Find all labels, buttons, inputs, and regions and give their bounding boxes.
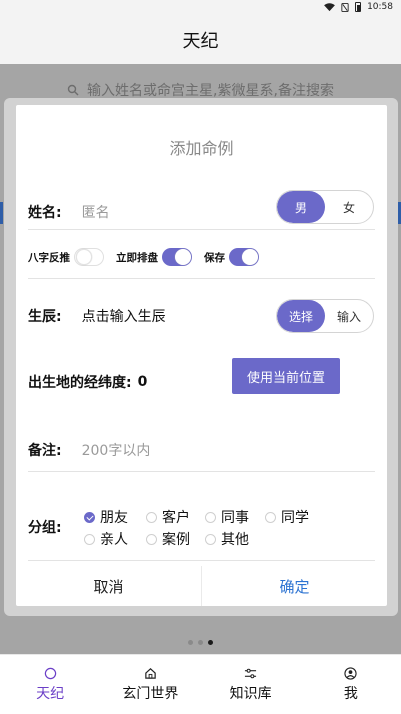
group-option-label: 客户 bbox=[162, 510, 190, 526]
radio-icon bbox=[265, 511, 276, 523]
search-placeholder: 输入姓名或命宫主星,紫微星系,备注搜索 bbox=[87, 83, 334, 99]
options-toggles: 八字反推 立即排盘 保存 bbox=[28, 248, 271, 266]
instant-chart-switch[interactable] bbox=[162, 248, 192, 266]
app-bar: 天纪 bbox=[0, 16, 401, 64]
radio-icon bbox=[205, 511, 216, 523]
group-option-family[interactable]: 亲人 bbox=[84, 529, 128, 549]
page-indicator bbox=[0, 640, 401, 645]
group-option-label: 同事 bbox=[221, 510, 249, 526]
group-option-classmate[interactable]: 同学 bbox=[265, 507, 309, 527]
nav-item-tianji[interactable]: 天纪 bbox=[0, 655, 100, 714]
group-option-client[interactable]: 客户 bbox=[146, 507, 190, 527]
radio-icon bbox=[146, 533, 157, 545]
bottom-nav: 天纪 玄门世界 知识库 我 bbox=[0, 654, 401, 714]
group-option-colleague[interactable]: 同事 bbox=[205, 507, 249, 527]
birth-input[interactable]: 点击输入生辰 bbox=[82, 306, 166, 326]
group-option-friend[interactable]: 朋友 bbox=[84, 507, 128, 527]
radio-icon bbox=[84, 533, 95, 545]
note-input[interactable]: 200字以内 bbox=[82, 440, 151, 460]
group-row: 分组: bbox=[28, 517, 375, 537]
radio-icon bbox=[146, 511, 157, 523]
name-label: 姓名: bbox=[28, 205, 62, 221]
gender-female-option[interactable]: 女 bbox=[325, 191, 373, 223]
status-bar: 10:58 bbox=[0, 0, 401, 16]
switch-knob bbox=[175, 249, 191, 265]
switch-knob bbox=[76, 249, 92, 265]
divider bbox=[28, 229, 375, 230]
confirm-button[interactable]: 确定 bbox=[202, 566, 387, 606]
nav-label: 天纪 bbox=[36, 685, 65, 702]
group-label: 分组: bbox=[28, 520, 62, 536]
birth-mode-selector: 选择 输入 bbox=[276, 299, 374, 333]
gender-male-option[interactable]: 男 bbox=[277, 191, 325, 223]
group-option-label: 同学 bbox=[281, 510, 309, 526]
circle-icon bbox=[44, 667, 56, 679]
group-option-label: 案例 bbox=[162, 532, 190, 548]
home-icon bbox=[145, 667, 156, 679]
location-value: 0 bbox=[137, 374, 148, 390]
sim-icon bbox=[341, 2, 349, 12]
status-time: 10:58 bbox=[367, 2, 393, 12]
cancel-button[interactable]: 取消 bbox=[16, 566, 202, 606]
group-option-label: 其他 bbox=[221, 532, 249, 548]
note-row: 备注: 200字以内 bbox=[28, 433, 375, 467]
group-option-label: 亲人 bbox=[100, 532, 128, 548]
bazi-reverse-switch[interactable] bbox=[74, 248, 104, 266]
nav-label: 知识库 bbox=[229, 685, 272, 702]
nav-item-me[interactable]: 我 bbox=[301, 655, 401, 714]
nav-item-knowledge[interactable]: 知识库 bbox=[201, 655, 301, 714]
page-title: 天纪 bbox=[182, 31, 219, 52]
instant-chart-label: 立即排盘 bbox=[116, 251, 158, 264]
wifi-icon bbox=[324, 2, 335, 11]
birth-mode-input-option[interactable]: 输入 bbox=[325, 300, 373, 332]
save-label: 保存 bbox=[204, 251, 225, 264]
divider bbox=[28, 471, 375, 472]
page-dot bbox=[198, 640, 203, 645]
use-current-location-button[interactable]: 使用当前位置 bbox=[232, 358, 340, 394]
page-dot-active bbox=[208, 640, 213, 645]
switch-knob bbox=[242, 249, 258, 265]
dialog-title: 添加命例 bbox=[169, 139, 234, 158]
group-option-case[interactable]: 案例 bbox=[146, 529, 190, 549]
name-input[interactable]: 匿名 bbox=[82, 202, 110, 222]
user-icon bbox=[344, 666, 358, 680]
birth-label: 生辰: bbox=[28, 309, 62, 325]
status-icons: 10:58 bbox=[324, 2, 393, 12]
radio-checked-icon bbox=[84, 511, 95, 523]
sliders-icon bbox=[245, 668, 257, 678]
dialog-footer: 取消 确定 bbox=[16, 566, 387, 606]
radio-icon bbox=[205, 533, 216, 545]
nav-label: 我 bbox=[343, 685, 358, 702]
nav-item-xuanmen[interactable]: 玄门世界 bbox=[100, 655, 200, 714]
search-icon bbox=[67, 84, 79, 96]
dialog-body: 添加命例 姓名: 匿名 男 女 八字反推 立即排盘 保存 生辰: 点击输入生辰 … bbox=[16, 105, 387, 606]
group-option-other[interactable]: 其他 bbox=[205, 529, 249, 549]
divider bbox=[28, 560, 375, 561]
location-label: 出生地的经纬度: bbox=[28, 375, 132, 391]
gender-selector: 男 女 bbox=[276, 190, 374, 224]
page-dot bbox=[188, 640, 193, 645]
battery-icon bbox=[355, 2, 362, 12]
group-option-label: 朋友 bbox=[100, 510, 128, 526]
note-label: 备注: bbox=[28, 443, 62, 459]
side-indicator-left bbox=[0, 202, 3, 224]
divider bbox=[28, 278, 375, 279]
save-switch[interactable] bbox=[229, 248, 259, 266]
bazi-reverse-label: 八字反推 bbox=[28, 251, 70, 264]
add-case-dialog: 添加命例 姓名: 匿名 男 女 八字反推 立即排盘 保存 生辰: 点击输入生辰 … bbox=[4, 98, 398, 616]
birth-mode-select-option[interactable]: 选择 bbox=[277, 300, 325, 332]
nav-label: 玄门世界 bbox=[122, 685, 179, 702]
